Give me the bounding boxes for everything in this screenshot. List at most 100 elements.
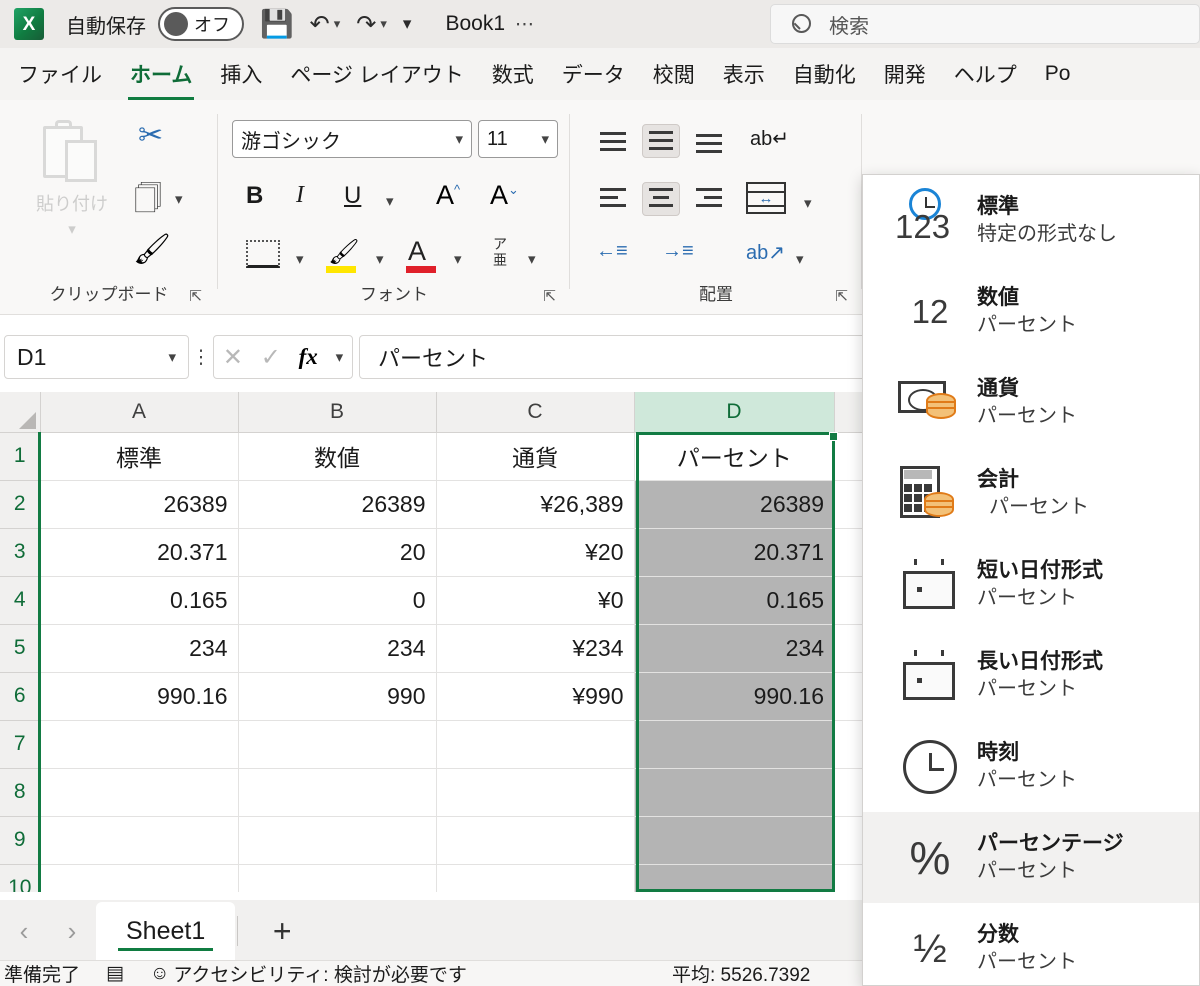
undo-icon[interactable]: ↶ — [310, 0, 330, 48]
name-box-chevron-down-icon[interactable]: ▾ — [168, 348, 176, 366]
row-header-6[interactable]: 6 — [0, 672, 41, 721]
number-format-option-general[interactable]: 123 標準 特定の形式なし — [863, 175, 1199, 266]
document-title[interactable]: Book1 — [445, 12, 505, 36]
row-header-4[interactable]: 4 — [0, 576, 41, 625]
select-all-corner[interactable] — [0, 392, 41, 433]
cell-c2[interactable]: ¥26,389 — [436, 480, 635, 529]
column-header-a[interactable]: A — [40, 392, 239, 433]
tab-automate[interactable]: 自動化 — [779, 53, 870, 95]
cell-c7[interactable] — [436, 720, 635, 769]
number-format-option-time[interactable]: 時刻 パーセント — [863, 721, 1199, 812]
align-top-button[interactable] — [594, 126, 632, 160]
accessibility-status[interactable]: アクセシビリティ: 検討が必要です — [173, 960, 466, 986]
cell-a8[interactable] — [40, 768, 239, 817]
align-center-button[interactable] — [642, 182, 680, 216]
row-header-7[interactable]: 7 — [0, 720, 41, 769]
record-macro-icon[interactable]: ▤ — [106, 962, 124, 985]
font-name-combo[interactable]: 游ゴシック ▾ — [232, 120, 472, 158]
chevron-left-icon[interactable]: ‹ — [0, 902, 48, 960]
cell-c6[interactable]: ¥990 — [436, 672, 635, 721]
undo-dropdown-chevron-icon[interactable]: ▾ — [334, 0, 341, 48]
font-size-combo[interactable]: 11 ▾ — [478, 120, 558, 158]
cell-b5[interactable]: 234 — [238, 624, 437, 673]
cell-d4[interactable]: 0.165 — [634, 576, 834, 625]
tab-view[interactable]: 表示 — [709, 53, 779, 95]
cell-a3[interactable]: 20.371 — [40, 528, 239, 577]
cell-b7[interactable] — [238, 720, 437, 769]
cell-c9[interactable] — [436, 816, 635, 865]
cell-a5[interactable]: 234 — [40, 624, 239, 673]
number-format-option-percentage[interactable]: % パーセンテージ パーセント — [863, 812, 1199, 903]
increase-indent-icon[interactable]: →≡ — [662, 240, 694, 263]
cell-a7[interactable] — [40, 720, 239, 769]
cell-b10[interactable] — [238, 864, 437, 892]
alignment-dialog-launcher-icon[interactable]: ⇱ — [835, 287, 848, 305]
cell-c3[interactable]: ¥20 — [436, 528, 635, 577]
italic-button[interactable]: I — [296, 182, 304, 209]
cell-c5[interactable]: ¥234 — [436, 624, 635, 673]
tab-page-layout[interactable]: ページ レイアウト — [276, 53, 477, 95]
chevron-right-icon[interactable]: › — [48, 902, 96, 960]
paste-button[interactable]: 貼り付け ▾ — [18, 114, 126, 254]
cell-a2[interactable]: 26389 — [40, 480, 239, 529]
customize-quick-access-icon[interactable]: ▾ — [403, 0, 412, 48]
wrap-text-icon[interactable]: ab↵ — [750, 126, 789, 151]
orientation-chevron-down-icon[interactable]: ▾ — [796, 250, 804, 268]
row-header-1[interactable]: 1 — [0, 432, 41, 481]
tab-developer[interactable]: 開発 — [870, 53, 940, 95]
align-left-button[interactable] — [594, 184, 632, 218]
accessibility-icon[interactable]: ☺ — [150, 963, 169, 985]
font-name-chevron-down-icon[interactable]: ▾ — [455, 130, 463, 148]
tab-help[interactable]: ヘルプ — [940, 53, 1031, 95]
enter-icon[interactable]: ✓ — [261, 343, 281, 372]
font-dialog-launcher-icon[interactable]: ⇱ — [543, 287, 556, 305]
font-size-chevron-down-icon[interactable]: ▾ — [541, 130, 549, 148]
cell-a1[interactable]: 標準 — [40, 432, 239, 481]
add-sheet-button[interactable]: + — [240, 902, 324, 960]
tab-home[interactable]: ホーム — [116, 53, 206, 100]
row-header-5[interactable]: 5 — [0, 624, 41, 673]
cell-b3[interactable]: 20 — [238, 528, 437, 577]
cell-d8[interactable] — [634, 768, 834, 817]
autosave-toggle[interactable]: オフ — [158, 7, 244, 41]
tab-insert[interactable]: 挿入 — [206, 53, 276, 95]
cell-d6[interactable]: 990.16 — [634, 672, 834, 721]
merge-chevron-down-icon[interactable]: ▾ — [804, 194, 812, 212]
fill-color-chevron-down-icon[interactable]: ▾ — [376, 250, 384, 268]
fill-color-icon[interactable]: 🖌 — [328, 238, 360, 267]
paste-chevron-down-icon[interactable]: ▾ — [68, 220, 76, 238]
cell-c1[interactable]: 通貨 — [436, 432, 635, 481]
number-format-option-accounting[interactable]: 会計 パーセント — [863, 448, 1199, 539]
increase-font-size-button[interactable]: A^ — [436, 180, 460, 211]
column-header-b[interactable]: B — [238, 392, 437, 433]
cell-c8[interactable] — [436, 768, 635, 817]
cell-b6[interactable]: 990 — [238, 672, 437, 721]
underline-chevron-down-icon[interactable]: ▾ — [386, 192, 394, 210]
row-header-2[interactable]: 2 — [0, 480, 41, 529]
save-icon[interactable]: 💾 — [260, 0, 294, 48]
name-box[interactable]: D1 ▾ — [4, 335, 189, 379]
cell-a6[interactable]: 990.16 — [40, 672, 239, 721]
row-header-10[interactable]: 10 — [0, 864, 41, 892]
column-header-d[interactable]: D — [634, 392, 835, 433]
cell-a10[interactable] — [40, 864, 239, 892]
format-painter-icon[interactable]: 🖌 — [133, 232, 171, 267]
decrease-indent-icon[interactable]: ←≡ — [596, 240, 628, 263]
font-color-chevron-down-icon[interactable]: ▾ — [454, 250, 462, 268]
formula-chevron-down-icon[interactable]: ▾ — [336, 348, 344, 366]
number-format-option-short-date[interactable]: 短い日付形式 パーセント — [863, 539, 1199, 630]
row-header-3[interactable]: 3 — [0, 528, 41, 577]
merge-cells-icon[interactable]: ↔ — [746, 182, 786, 214]
number-format-option-long-date[interactable]: 長い日付形式 パーセント — [863, 630, 1199, 721]
cell-c10[interactable] — [436, 864, 635, 892]
tab-power-pivot[interactable]: Po — [1031, 56, 1085, 92]
phonetic-guide-icon[interactable]: ア 亜 — [488, 236, 512, 268]
cell-b1[interactable]: 数値 — [238, 432, 437, 481]
cell-d1[interactable]: パーセント — [634, 432, 834, 481]
cell-b2[interactable]: 26389 — [238, 480, 437, 529]
clipboard-dialog-launcher-icon[interactable]: ⇱ — [189, 287, 202, 305]
redo-icon[interactable]: ↷ — [356, 0, 376, 48]
borders-chevron-down-icon[interactable]: ▾ — [296, 250, 304, 268]
bold-button[interactable]: B — [246, 182, 263, 210]
borders-icon[interactable] — [246, 240, 280, 268]
